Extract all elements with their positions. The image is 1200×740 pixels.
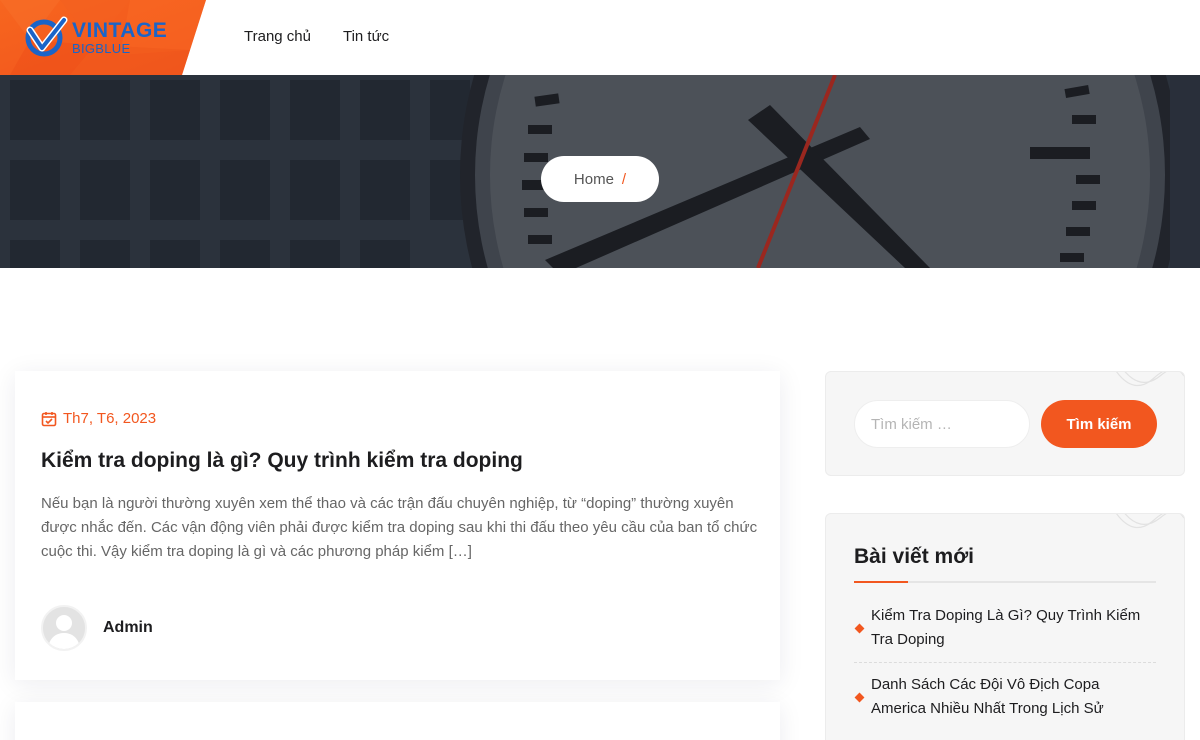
site-logo[interactable]: VINTAGE BIGBLUE (0, 0, 206, 75)
hero-banner: Home / (0, 75, 1200, 268)
nav-item-home[interactable]: Trang chủ (244, 28, 311, 45)
calendar-check-icon (41, 411, 57, 426)
recent-posts-widget: Bài viết mới Kiểm Tra Doping Là Gì? Quy … (825, 513, 1185, 740)
diamond-bullet-icon (854, 623, 865, 633)
logo-mark-icon (25, 16, 68, 57)
breadcrumb: Home / (541, 156, 659, 202)
logo-title: VINTAGE (72, 19, 168, 42)
nav-item-news[interactable]: Tin tức (343, 28, 389, 45)
recent-post-item: Kiểm Tra Doping Là Gì? Quy Trình Kiểm Tr… (854, 604, 1156, 652)
post-card (15, 702, 780, 740)
post-card: Th7, T6, 2023 Kiểm tra doping là gì? Quy… (15, 371, 780, 680)
site-header: VINTAGE BIGBLUE Trang chủ Tin tức (0, 0, 1200, 75)
avatar (41, 605, 87, 651)
search-widget: Tìm kiếm (825, 371, 1185, 476)
search-input[interactable] (854, 400, 1030, 448)
wave-decoration-icon (1116, 372, 1184, 387)
divider (854, 662, 1156, 663)
title-underline-accent (854, 581, 908, 583)
post-title[interactable]: Kiểm tra doping là gì? Quy trình kiểm tr… (41, 449, 523, 473)
wave-decoration-icon (1116, 514, 1184, 529)
post-date-text: Th7, T6, 2023 (63, 410, 157, 427)
author-name[interactable]: Admin (103, 619, 153, 637)
title-underline (854, 581, 1156, 583)
post-date: Th7, T6, 2023 (41, 410, 156, 427)
post-author: Admin (41, 605, 153, 651)
post-excerpt: Nếu bạn là người thường xuyên xem thể th… (41, 495, 758, 560)
recent-post-link[interactable]: Danh Sách Các Đội Vô Địch Copa America N… (871, 673, 1156, 721)
breadcrumb-separator: / (621, 170, 627, 188)
main-nav: Trang chủ Tin tức (244, 28, 389, 45)
recent-post-item: Danh Sách Các Đội Vô Địch Copa America N… (854, 673, 1156, 721)
recent-posts-title: Bài viết mới (854, 545, 974, 568)
logo-subtitle: BIGBLUE (72, 41, 131, 56)
diamond-bullet-icon (854, 692, 865, 702)
search-button[interactable]: Tìm kiếm (1041, 400, 1157, 448)
breadcrumb-home[interactable]: Home (574, 171, 614, 188)
recent-post-link[interactable]: Kiểm Tra Doping Là Gì? Quy Trình Kiểm Tr… (871, 604, 1156, 652)
user-avatar-icon (43, 607, 85, 649)
